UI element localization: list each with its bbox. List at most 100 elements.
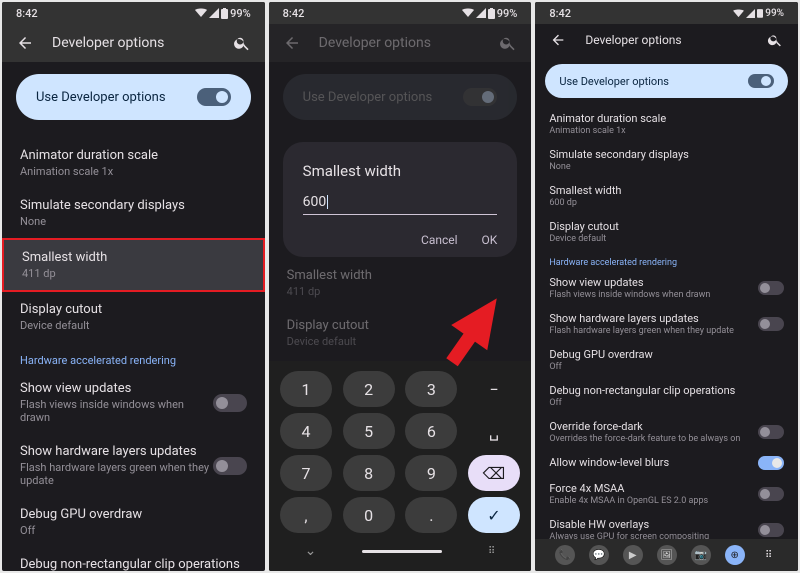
back-icon[interactable] xyxy=(16,34,34,52)
content: Use Developer options Animator duration … xyxy=(535,56,798,571)
display-cutout[interactable]: Display cutoutDevice default xyxy=(535,214,798,250)
show-hardware-layers-updates[interactable]: Show hardware layers updatesFlash hardwa… xyxy=(535,306,798,342)
toggle-switch-icon xyxy=(748,74,774,88)
key-4[interactable]: 4 xyxy=(280,413,332,449)
debug-clip-operations[interactable]: Debug non-rectangular clip operationsOff xyxy=(535,378,798,414)
gallery-icon[interactable]: 🖼 xyxy=(657,545,677,565)
status-bar: 8:42 99% xyxy=(535,2,798,24)
page-title: Developer options xyxy=(52,35,215,51)
key-9[interactable]: 9 xyxy=(405,455,457,491)
search-icon[interactable] xyxy=(233,34,251,52)
camera-icon[interactable]: 📷 xyxy=(691,545,711,565)
screen-3: 8:42 99% Developer options Use Developer… xyxy=(535,2,798,571)
key-dash[interactable]: − xyxy=(468,371,520,407)
keyboard-collapse-icon[interactable]: ⌄ xyxy=(305,543,317,559)
debug-gpu-overdraw[interactable]: Debug GPU overdrawOff xyxy=(535,342,798,378)
search-icon[interactable] xyxy=(766,31,784,49)
master-toggle-label: Use Developer options xyxy=(559,75,669,88)
key-7[interactable]: 7 xyxy=(280,455,332,491)
messages-icon[interactable]: 💬 xyxy=(589,545,609,565)
phone-icon[interactable]: 📞 xyxy=(555,545,575,565)
key-enter[interactable]: ✓ xyxy=(468,497,520,533)
wifi-icon xyxy=(733,9,744,18)
key-comma[interactable]: , xyxy=(280,497,332,533)
key-8[interactable]: 8 xyxy=(343,455,395,491)
battery-percent: 99% xyxy=(230,7,251,20)
status-time: 8:42 xyxy=(283,7,305,20)
keyboard-mode-icon[interactable]: ⠿ xyxy=(488,546,495,557)
toggle-switch-icon[interactable] xyxy=(758,281,784,295)
status-icons: 99% xyxy=(195,7,251,20)
battery-percent: 99% xyxy=(765,8,784,19)
key-2[interactable]: 2 xyxy=(343,371,395,407)
force-4x-msaa[interactable]: Force 4x MSAAEnable 4x MSAA in OpenGL ES… xyxy=(535,476,798,512)
battery-icon xyxy=(221,8,228,19)
signal-icon xyxy=(476,8,486,18)
apps-icon[interactable]: ⠿ xyxy=(759,545,779,565)
screen-2: 8:42 99% Developer options Use Developer… xyxy=(269,2,532,571)
page-title: Developer options xyxy=(319,35,482,51)
use-developer-options-toggle[interactable]: Use Developer options xyxy=(16,74,251,120)
battery-icon xyxy=(757,8,763,18)
key-space[interactable]: ␣ xyxy=(468,413,520,449)
key-6[interactable]: 6 xyxy=(405,413,457,449)
section-hardware-rendering: Hardware accelerated rendering xyxy=(2,342,265,371)
browser-icon[interactable]: ⊕ xyxy=(725,545,745,565)
bottom-nav: 📞 💬 ▶ 🖼 📷 ⊕ ⠿ xyxy=(535,539,798,571)
search-icon xyxy=(499,34,517,52)
override-force-dark[interactable]: Override force-darkOverrides the force-d… xyxy=(535,414,798,450)
content: Use Developer options Animator duration … xyxy=(2,62,265,571)
toggle-switch-icon[interactable] xyxy=(758,456,784,470)
debug-gpu-overdraw[interactable]: Debug GPU overdraw Off xyxy=(2,497,265,547)
use-developer-options-toggle: Use Developer options xyxy=(283,74,518,120)
status-icons: 99% xyxy=(733,8,784,19)
simulate-secondary-displays[interactable]: Simulate secondary displaysNone xyxy=(535,142,798,178)
signal-icon xyxy=(746,9,755,18)
key-backspace[interactable]: ⌫ xyxy=(468,455,520,491)
page-title: Developer options xyxy=(585,33,748,47)
smallest-width-highlighted[interactable]: Smallest width 411 dp xyxy=(2,238,265,292)
status-time: 8:42 xyxy=(16,7,38,20)
key-0[interactable]: 0 xyxy=(343,497,395,533)
smallest-width[interactable]: Smallest width600 dp xyxy=(535,178,798,214)
battery-icon xyxy=(488,8,495,19)
content: Use Developer options Smallest width 411… xyxy=(269,62,532,571)
toggle-switch-icon[interactable] xyxy=(213,457,247,475)
status-bar: 8:42 99% xyxy=(269,2,532,24)
animator-duration-scale[interactable]: Animator duration scaleAnimation scale 1… xyxy=(535,106,798,142)
show-view-updates[interactable]: Show view updatesFlash views inside wind… xyxy=(535,270,798,306)
use-developer-options-toggle[interactable]: Use Developer options xyxy=(545,64,788,98)
status-time: 8:42 xyxy=(549,7,571,20)
debug-clip-operations[interactable]: Debug non-rectangular clip operations xyxy=(2,547,265,571)
key-period[interactable]: . xyxy=(405,497,457,533)
simulate-secondary-displays[interactable]: Simulate secondary displays None xyxy=(2,188,265,238)
key-3[interactable]: 3 xyxy=(405,371,457,407)
app-bar: Developer options xyxy=(269,24,532,62)
key-5[interactable]: 5 xyxy=(343,413,395,449)
screen-1: 8:42 99% Developer options Use Developer… xyxy=(2,2,265,571)
display-cutout[interactable]: Display cutout Device default xyxy=(2,292,265,342)
section-hardware-rendering: Hardware accelerated rendering xyxy=(535,250,798,270)
show-hardware-layers-updates[interactable]: Show hardware layers updates Flash hardw… xyxy=(2,434,265,497)
animator-duration-scale[interactable]: Animator duration scale Animation scale … xyxy=(2,138,265,188)
toggle-switch-icon xyxy=(463,88,497,106)
play-icon[interactable]: ▶ xyxy=(623,545,643,565)
numeric-keyboard: 1 2 3 − 4 5 6 ␣ 7 8 9 ⌫ , 0 . ✓ xyxy=(269,361,532,571)
status-icons: 99% xyxy=(462,7,518,20)
signal-icon xyxy=(209,8,219,18)
toggle-switch-icon[interactable] xyxy=(213,394,247,412)
show-view-updates[interactable]: Show view updates Flash views inside win… xyxy=(2,371,265,434)
key-1[interactable]: 1 xyxy=(280,371,332,407)
toggle-switch-icon[interactable] xyxy=(758,487,784,501)
toggle-switch-icon[interactable] xyxy=(758,317,784,331)
allow-window-level-blurs[interactable]: Allow window-level blurs xyxy=(535,450,798,476)
toggle-switch-icon[interactable] xyxy=(758,523,784,537)
back-icon xyxy=(283,34,301,52)
battery-percent: 99% xyxy=(497,7,518,20)
toggle-switch-icon[interactable] xyxy=(758,425,784,439)
wifi-icon xyxy=(462,8,474,18)
back-icon[interactable] xyxy=(549,31,567,49)
master-toggle-label: Use Developer options xyxy=(303,90,433,105)
nav-handle[interactable] xyxy=(362,550,442,553)
master-toggle-label: Use Developer options xyxy=(36,90,166,105)
